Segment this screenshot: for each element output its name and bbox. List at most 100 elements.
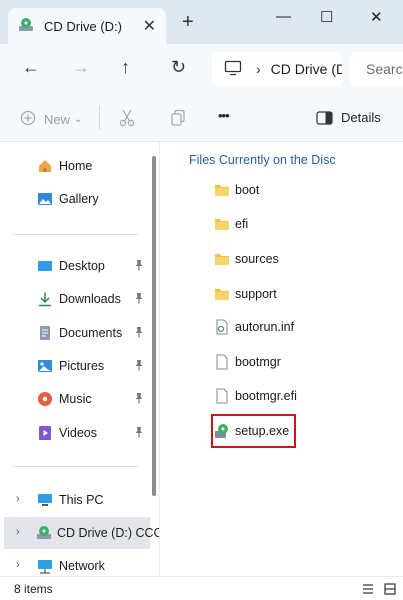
sidebar-item-home[interactable]: Home bbox=[4, 150, 150, 182]
plus-circle-icon bbox=[20, 110, 36, 129]
sidebar-label-cd-drive: CD Drive (D:) CCCOMA_X64FRE_EN-US_DV9 bbox=[57, 526, 159, 540]
file-name: support bbox=[235, 287, 277, 301]
sidebar-item-music[interactable]: Music bbox=[4, 383, 150, 415]
pin-icon[interactable] bbox=[134, 426, 144, 441]
sidebar-item-cd-drive[interactable]: › CD Drive (D:) CCCOMA_X64FRE_EN-US_DV9 bbox=[4, 517, 159, 549]
file-icon bbox=[214, 354, 230, 370]
file-item-boot[interactable]: boot bbox=[214, 177, 394, 203]
title-bar: CD Drive (D:) ✕ + — ☐ ✕ bbox=[0, 0, 403, 44]
folder-icon bbox=[214, 216, 230, 232]
file-name: autorun.inf bbox=[235, 320, 295, 334]
status-bar: 8 items bbox=[0, 576, 403, 600]
monitor-icon bbox=[224, 60, 242, 79]
address-text: CD Drive (D:) bbox=[270, 61, 342, 77]
music-icon bbox=[36, 390, 54, 408]
file-item-bootmgr[interactable]: bootmgr bbox=[214, 349, 394, 375]
file-item-bootmgr-efi[interactable]: bootmgr.efi bbox=[214, 383, 394, 409]
address-bar[interactable]: › CD Drive (D:) bbox=[212, 52, 342, 86]
pin-icon[interactable] bbox=[134, 292, 144, 307]
forward-button[interactable]: → bbox=[72, 58, 90, 76]
pin-icon[interactable] bbox=[134, 259, 144, 274]
expand-chevron-icon[interactable]: › bbox=[16, 559, 20, 571]
copy-button[interactable] bbox=[170, 109, 186, 127]
sidebar-label-downloads: Downloads bbox=[59, 292, 121, 306]
refresh-button[interactable]: ↻ bbox=[171, 58, 186, 76]
chevron-down-icon: ⌄ bbox=[74, 114, 83, 125]
file-icon bbox=[214, 388, 230, 404]
pin-icon[interactable] bbox=[134, 359, 144, 374]
file-list-pane: Files Currently on the Disc boot efi sou… bbox=[160, 142, 403, 576]
navigation-bar: ← → ↑ ↻ › CD Drive (D:) Search CD Drive … bbox=[0, 44, 403, 94]
pin-icon[interactable] bbox=[134, 326, 144, 341]
download-arrow-icon bbox=[36, 290, 54, 308]
scissors-icon bbox=[119, 109, 135, 127]
tab-title: CD Drive (D:) bbox=[44, 18, 122, 34]
new-label: New bbox=[44, 112, 71, 127]
sidebar-item-videos[interactable]: Videos bbox=[4, 417, 150, 449]
up-button[interactable]: ↑ bbox=[121, 58, 130, 76]
address-separator: › bbox=[256, 61, 261, 77]
file-item-efi[interactable]: efi bbox=[214, 211, 394, 237]
videos-icon bbox=[36, 424, 54, 442]
desktop-icon bbox=[36, 257, 54, 275]
settings-file-icon bbox=[214, 319, 230, 335]
close-tab-icon[interactable]: ✕ bbox=[143, 16, 156, 36]
sidebar-item-documents[interactable]: Documents bbox=[4, 317, 150, 349]
section-header[interactable]: Files Currently on the Disc bbox=[189, 153, 336, 167]
document-icon bbox=[36, 324, 54, 342]
file-name: efi bbox=[235, 217, 249, 231]
folder-icon bbox=[214, 182, 230, 198]
new-tab-button[interactable]: + bbox=[182, 12, 194, 32]
command-bar: New ⌄ ••• Details bbox=[0, 94, 403, 142]
sidebar-item-gallery[interactable]: Gallery bbox=[4, 183, 150, 215]
more-options-button[interactable]: ••• bbox=[218, 108, 230, 123]
pin-icon[interactable] bbox=[134, 392, 144, 407]
sidebar-label-videos: Videos bbox=[59, 426, 97, 440]
search-placeholder: Search CD Drive (D:) bbox=[366, 61, 403, 77]
expand-chevron-icon[interactable]: › bbox=[16, 526, 20, 538]
details-view-icon[interactable] bbox=[362, 583, 374, 598]
sidebar-item-desktop[interactable]: Desktop bbox=[4, 250, 150, 282]
details-label: Details bbox=[341, 110, 381, 125]
sidebar-item-pictures[interactable]: Pictures bbox=[4, 350, 150, 382]
search-box[interactable]: Search CD Drive (D:) bbox=[350, 52, 403, 86]
cd-drive-icon bbox=[18, 17, 34, 36]
details-button[interactable]: Details bbox=[316, 110, 381, 125]
file-item-autorun[interactable]: autorun.inf bbox=[214, 314, 394, 340]
item-count: 8 items bbox=[14, 582, 53, 596]
back-button[interactable]: ← bbox=[22, 58, 40, 76]
file-name: bootmgr.efi bbox=[235, 389, 297, 403]
folder-icon bbox=[214, 251, 230, 267]
sidebar-label-desktop: Desktop bbox=[59, 259, 105, 273]
sidebar-label-this-pc: This PC bbox=[59, 493, 104, 507]
sidebar-label-gallery: Gallery bbox=[59, 192, 99, 206]
cut-button[interactable] bbox=[119, 109, 135, 127]
navigation-pane: Home Gallery Desktop Downloads Documents… bbox=[0, 142, 160, 576]
file-item-sources[interactable]: sources bbox=[214, 246, 394, 272]
minimize-button[interactable]: — bbox=[276, 8, 291, 25]
close-window-button[interactable]: ✕ bbox=[370, 8, 383, 26]
setup-highlight-box bbox=[211, 414, 296, 448]
file-name: bootmgr bbox=[235, 355, 281, 369]
this-pc-icon bbox=[36, 491, 54, 509]
sidebar-divider bbox=[12, 234, 138, 235]
sidebar-label-documents: Documents bbox=[59, 326, 123, 340]
cd-drive-icon bbox=[36, 524, 52, 542]
tiles-view-icon[interactable] bbox=[384, 583, 396, 598]
file-name: sources bbox=[235, 252, 279, 266]
expand-chevron-icon[interactable]: › bbox=[16, 493, 20, 505]
sidebar-item-network[interactable]: › Network bbox=[4, 550, 150, 576]
sidebar-item-downloads[interactable]: Downloads bbox=[4, 283, 150, 315]
maximize-button[interactable]: ☐ bbox=[320, 8, 333, 26]
new-button[interactable]: New ⌄ bbox=[20, 110, 82, 129]
sidebar-label-network: Network bbox=[59, 559, 105, 573]
tab-cd-drive[interactable]: CD Drive (D:) ✕ bbox=[8, 8, 166, 44]
sidebar-scrollbar[interactable] bbox=[152, 156, 156, 496]
sidebar-label-music: Music bbox=[59, 392, 92, 406]
file-name: boot bbox=[235, 183, 260, 197]
sidebar-item-this-pc[interactable]: › This PC bbox=[4, 484, 150, 516]
toolbar-divider bbox=[99, 106, 100, 130]
home-icon bbox=[36, 157, 54, 175]
sidebar-divider bbox=[12, 466, 138, 467]
file-item-support[interactable]: support bbox=[214, 281, 394, 307]
